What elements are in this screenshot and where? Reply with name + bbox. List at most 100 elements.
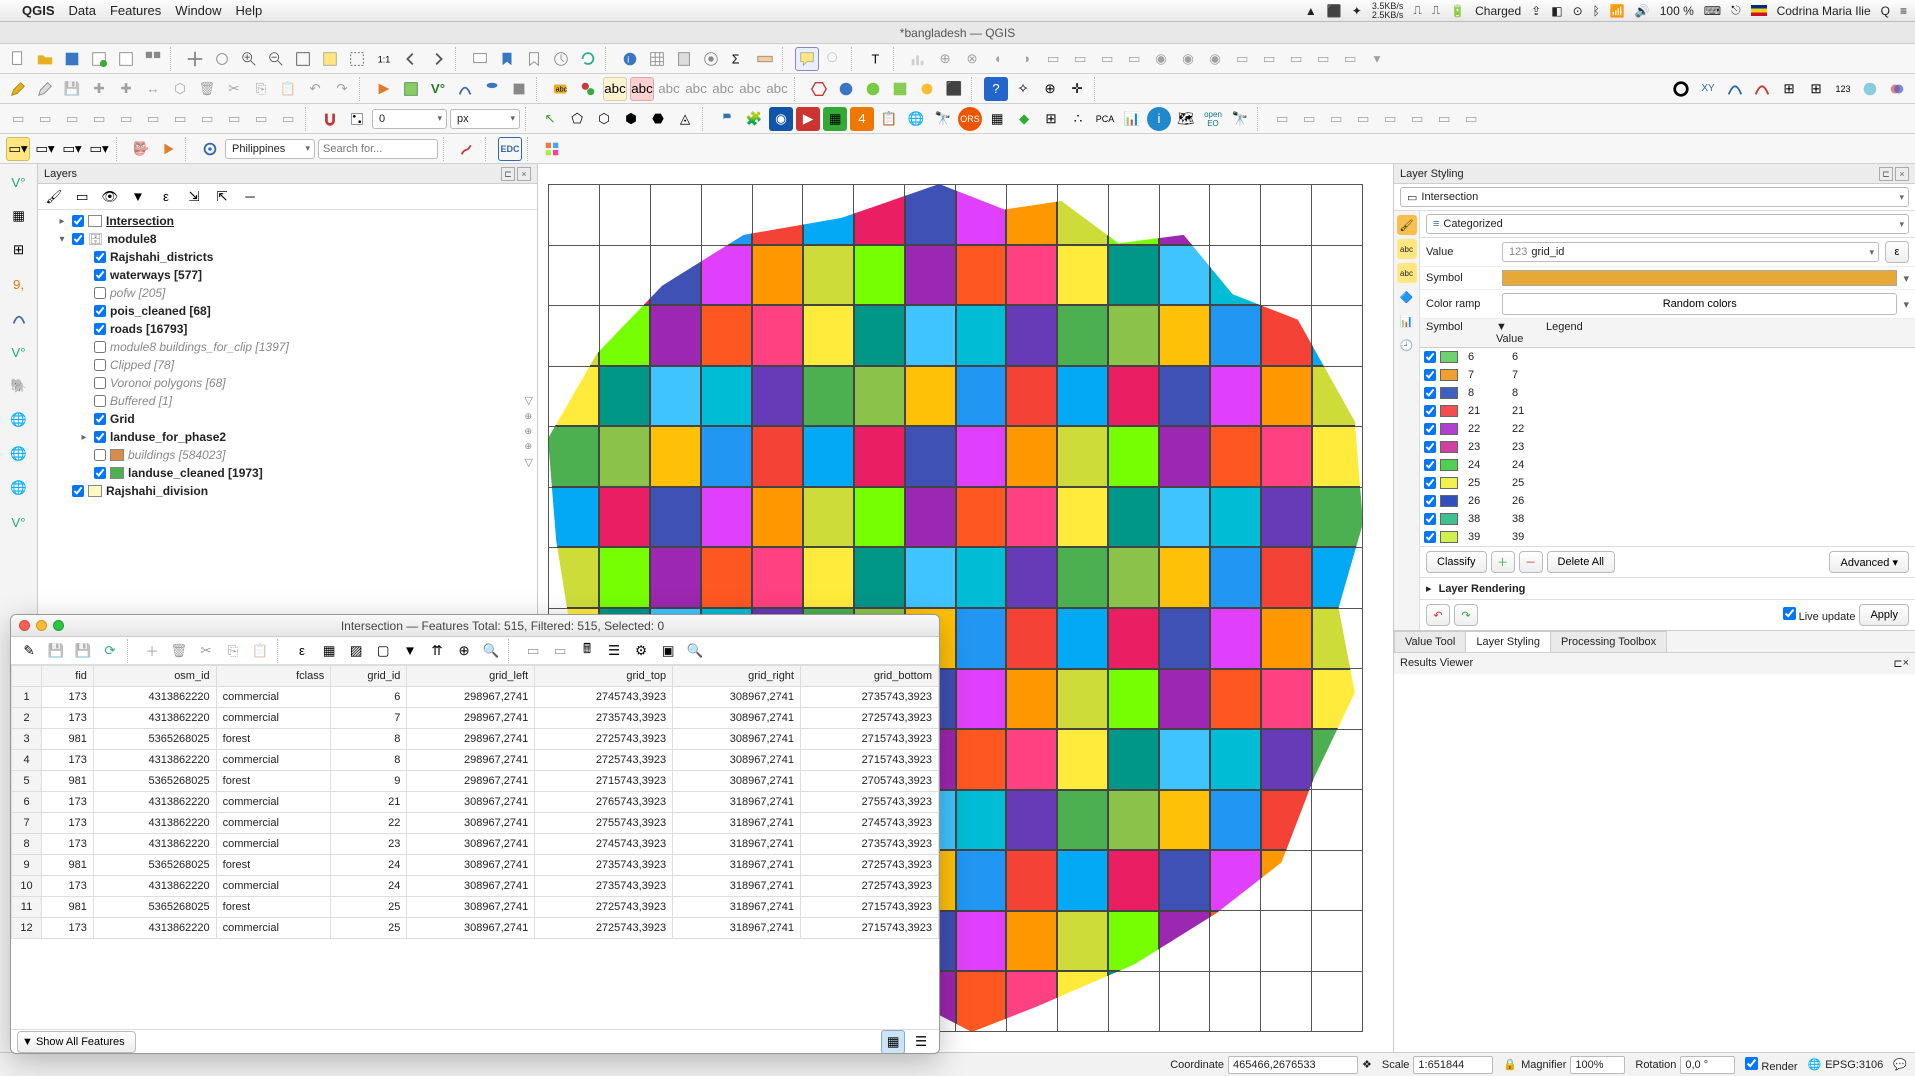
tray-icon[interactable]: ⌨ xyxy=(1704,4,1721,18)
search-button[interactable] xyxy=(822,47,846,71)
layer-item[interactable]: buildings [584023] xyxy=(38,446,537,464)
table-view-icon[interactable]: ▦ xyxy=(881,1030,905,1054)
pan-button[interactable] xyxy=(183,47,207,71)
plugin-icon[interactable]: ⊞ xyxy=(1777,77,1801,101)
apply-button[interactable]: Apply xyxy=(1859,604,1909,626)
conditional-icon[interactable]: ☰ xyxy=(602,639,626,663)
delete-field-icon[interactable]: ▭ xyxy=(548,639,572,663)
deselect-icon[interactable]: ▢ xyxy=(371,639,395,663)
text-annotation-button[interactable]: T xyxy=(864,47,888,71)
legend-row[interactable]: 66 xyxy=(1420,348,1915,366)
snap-icon[interactable] xyxy=(318,107,342,131)
label-tool-icon[interactable]: abc xyxy=(711,77,735,101)
add-raster-button[interactable] xyxy=(399,77,423,101)
hexagon-icon[interactable] xyxy=(807,77,831,101)
scale-field[interactable]: 1:651844 xyxy=(1413,1056,1493,1074)
search-input[interactable] xyxy=(318,139,438,159)
new-field-icon[interactable]: ▭ xyxy=(521,639,545,663)
3d-tab-icon[interactable]: 🔷 xyxy=(1397,287,1417,307)
wms-icon[interactable]: 🌐 xyxy=(5,406,33,434)
layer-item[interactable]: landuse_cleaned [1973] xyxy=(38,464,537,482)
zoom-full-button[interactable] xyxy=(291,47,315,71)
layer-item[interactable]: ▸landuse_for_phase2 xyxy=(38,428,537,446)
add-class-button[interactable]: ＋ xyxy=(1491,551,1515,573)
expression-button[interactable]: ε xyxy=(1885,241,1909,263)
close-icon[interactable]: × xyxy=(517,167,531,181)
add-vector-button[interactable] xyxy=(372,77,396,101)
crs-icon[interactable]: 🌐 xyxy=(1808,1058,1822,1071)
filter-icon[interactable]: ▽ xyxy=(525,394,533,407)
add-postgis-button[interactable] xyxy=(480,77,504,101)
xy-icon[interactable]: XY xyxy=(1696,77,1720,101)
globe-icon[interactable]: 🌐 xyxy=(904,107,928,131)
layer-item[interactable]: ▸Intersection xyxy=(38,212,537,230)
zoom-native-button[interactable]: 1:1 xyxy=(372,47,396,71)
new-bookmark-button[interactable] xyxy=(495,47,519,71)
layer-item[interactable]: pois_cleaned [68] xyxy=(38,302,537,320)
layer-item[interactable]: ▾🗄module8 xyxy=(38,230,537,248)
layer-item[interactable]: Rajshahi_districts xyxy=(38,248,537,266)
tray-icon[interactable]: ▲ xyxy=(1305,4,1317,18)
dock-icon[interactable]: ▣ xyxy=(656,639,680,663)
zoom-to-icon[interactable]: 🔍 xyxy=(479,639,503,663)
legend-row[interactable]: 2323 xyxy=(1420,438,1915,456)
diagrams-tab-icon[interactable]: 📊 xyxy=(1397,311,1417,331)
tab-processing-toolbox[interactable]: Processing Toolbox xyxy=(1550,631,1667,652)
dropdown-icon[interactable]: ▾ xyxy=(1903,298,1909,311)
advanced-button[interactable]: Advanced ▾ xyxy=(1829,551,1909,573)
vector-layer-icon[interactable]: V° xyxy=(5,168,33,196)
expand-icon[interactable]: ⇲ xyxy=(182,185,206,209)
calc-icon[interactable]: 123 xyxy=(1831,77,1855,101)
chart-icon[interactable] xyxy=(456,137,480,161)
visibility-icon[interactable]: 👁 xyxy=(98,185,122,209)
dropdown-icon[interactable]: ▾ xyxy=(1903,272,1909,285)
actions-icon[interactable]: ⚙ xyxy=(629,639,653,663)
field-calc-icon[interactable]: 🖩 xyxy=(575,639,599,663)
temporal-button[interactable] xyxy=(549,47,573,71)
classify-button[interactable]: Classify xyxy=(1426,551,1487,573)
legend-table[interactable]: Symbol ▼ Value Legend 667788212122222323… xyxy=(1420,319,1915,546)
tab-value-tool[interactable]: Value Tool xyxy=(1394,631,1466,652)
layer-item[interactable]: pofw [205] xyxy=(38,284,537,302)
layer-item[interactable]: module8 buildings_for_clip [1397] xyxy=(38,338,537,356)
delete-all-button[interactable]: Delete All xyxy=(1547,551,1615,573)
info-icon[interactable]: i xyxy=(1147,107,1171,131)
pan-selection-button[interactable] xyxy=(210,47,234,71)
count-icon[interactable]: ⊕ xyxy=(525,411,533,422)
legend-row[interactable]: 2424 xyxy=(1420,456,1915,474)
select-icon[interactable]: ↖ xyxy=(538,107,562,131)
collapse-icon[interactable]: ⇱ xyxy=(210,185,234,209)
virtual-layer-icon[interactable]: V° xyxy=(5,338,33,366)
palette-icon[interactable] xyxy=(540,137,564,161)
masks-tab-icon[interactable]: abc xyxy=(1397,263,1417,283)
plugin-icon[interactable]: ⊞ xyxy=(1804,77,1828,101)
new-map-view-button[interactable] xyxy=(468,47,492,71)
curve-icon[interactable] xyxy=(1723,77,1747,101)
undo-style-button[interactable]: ↶ xyxy=(1426,604,1450,626)
legend-row[interactable]: 2626 xyxy=(1420,492,1915,510)
open-project-button[interactable] xyxy=(33,47,57,71)
messages-icon[interactable]: 💬 xyxy=(1893,1058,1907,1071)
menu-help[interactable]: Help xyxy=(236,3,263,18)
crs-label[interactable]: EPSG:3106 xyxy=(1825,1059,1883,1071)
select-all-icon[interactable]: ▦ xyxy=(317,639,341,663)
tray-icon[interactable]: ⇪ xyxy=(1531,4,1541,18)
legend-row[interactable]: 2222 xyxy=(1420,420,1915,438)
locate-icon[interactable] xyxy=(198,137,222,161)
tray-icon[interactable]: ✦ xyxy=(1352,4,1362,18)
styling-layer-combo[interactable]: ▭Intersection xyxy=(1400,187,1909,207)
menu-data[interactable]: Data xyxy=(69,3,96,18)
menu-window[interactable]: Window xyxy=(175,3,221,18)
legend-row[interactable]: 2121 xyxy=(1420,402,1915,420)
stats-button[interactable]: Σ xyxy=(726,47,750,71)
count-icon[interactable]: ⊕ xyxy=(525,441,533,452)
undock-icon[interactable]: ⊏ xyxy=(501,167,515,181)
zoom-next-button[interactable] xyxy=(426,47,450,71)
layer-item[interactable]: Clipped [78] xyxy=(38,356,537,374)
zoom-out-button[interactable] xyxy=(264,47,288,71)
zoom-selection-button[interactable] xyxy=(318,47,342,71)
map-tips-button[interactable] xyxy=(795,47,819,71)
spotlight-icon[interactable]: Q xyxy=(1881,4,1890,18)
symbol-preview[interactable] xyxy=(1502,270,1897,286)
label-button[interactable]: abc xyxy=(549,77,573,101)
